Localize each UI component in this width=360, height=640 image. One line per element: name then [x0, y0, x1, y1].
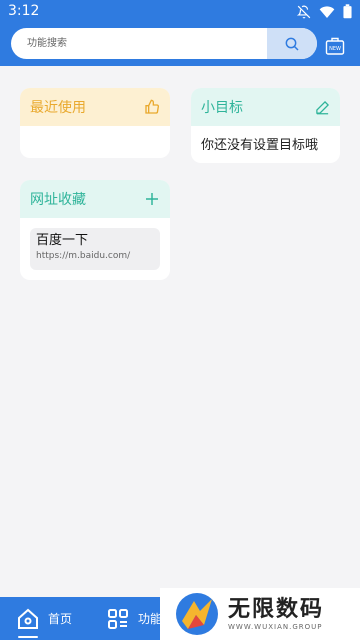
- new-toolbox-button[interactable]: NEW: [325, 36, 345, 56]
- watermark-text: 无限数码 WWW.WUXIAN.GROUP: [228, 597, 324, 631]
- nav-active-indicator: [18, 636, 38, 638]
- nav-home[interactable]: 首页: [16, 597, 72, 640]
- goal-card: 小目标 你还没有设置目标哦: [191, 88, 340, 163]
- apps-grid-icon: [108, 608, 128, 629]
- goal-card-title: 小目标: [201, 100, 243, 116]
- recent-card-title: 最近使用: [30, 100, 86, 116]
- home-icon: [18, 608, 38, 629]
- status-icons: [297, 4, 352, 19]
- edit-icon[interactable]: [315, 100, 330, 115]
- nav-home-label: 首页: [48, 612, 73, 626]
- wifi-icon: [319, 5, 335, 18]
- watermark-cn: 无限数码: [228, 597, 325, 622]
- search-input[interactable]: [11, 28, 267, 59]
- watermark-en: WWW.WUXIAN.GROUP: [228, 623, 323, 631]
- status-bar: 3:12: [0, 0, 360, 24]
- search-icon: [285, 37, 299, 51]
- thumbs-up-icon: [145, 99, 159, 114]
- bell-off-icon: [297, 5, 311, 18]
- status-time: 3:12: [8, 3, 40, 19]
- plus-icon[interactable]: [144, 191, 160, 207]
- goal-card-header: 小目标: [191, 88, 340, 126]
- bookmark-card-header: 网址收藏: [20, 180, 170, 218]
- bookmark-item-name: 百度一下: [36, 233, 89, 248]
- bookmark-item[interactable]: 百度一下 https://m.baidu.com/: [30, 228, 160, 270]
- wuxian-logo-icon: [176, 593, 218, 635]
- bookmark-card-title: 网址收藏: [30, 192, 86, 208]
- svg-text:NEW: NEW: [329, 46, 341, 52]
- toolbox-new-icon: NEW: [325, 37, 345, 55]
- search-button[interactable]: [267, 28, 317, 59]
- top-header: 3:12 NEW: [0, 0, 360, 66]
- recent-card: 最近使用: [20, 88, 170, 158]
- bookmark-card: 网址收藏 百度一下 https://m.baidu.com/: [20, 180, 170, 280]
- battery-icon: [343, 4, 352, 19]
- bookmark-item-url: https://m.baidu.com/: [36, 251, 131, 261]
- recent-card-header: 最近使用: [20, 88, 170, 126]
- nav-functions[interactable]: 功能: [106, 597, 162, 640]
- nav-functions-label: 功能: [138, 612, 163, 626]
- search-bar: [11, 28, 317, 59]
- watermark-logo: 无限数码 WWW.WUXIAN.GROUP: [160, 588, 360, 640]
- goal-empty-text: 你还没有设置目标哦: [201, 138, 319, 153]
